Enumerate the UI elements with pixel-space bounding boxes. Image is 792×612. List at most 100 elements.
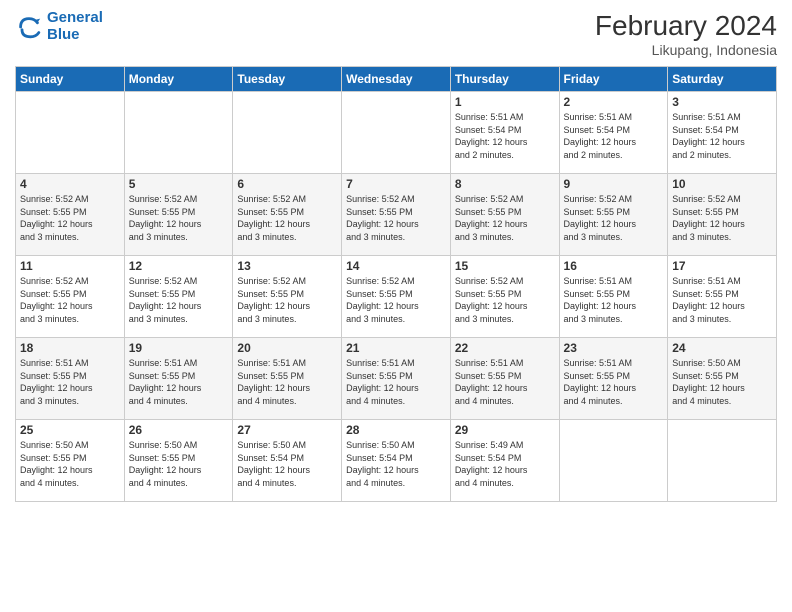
day-number: 17: [672, 259, 772, 273]
calendar-cell: [559, 420, 668, 502]
calendar-cell: 15 Sunrise: 5:52 AM Sunset: 5:55 PM Dayli…: [450, 256, 559, 338]
calendar-cell: 6 Sunrise: 5:52 AM Sunset: 5:55 PM Daylig…: [233, 174, 342, 256]
col-thursday: Thursday: [450, 67, 559, 92]
day-number: 26: [129, 423, 229, 437]
logo-icon: [15, 13, 43, 41]
calendar-cell: 19 Sunrise: 5:51 AM Sunset: 5:55 PM Dayli…: [124, 338, 233, 420]
calendar-cell: 18 Sunrise: 5:51 AM Sunset: 5:55 PM Dayli…: [16, 338, 125, 420]
day-number: 12: [129, 259, 229, 273]
calendar-cell: 29Sunrise: 5:49 AM Sunset: 5:54 PM Dayli…: [450, 420, 559, 502]
day-info: Sunrise: 5:52 AM Sunset: 5:55 PM Dayligh…: [346, 193, 446, 243]
day-info: Sunrise: 5:52 AM Sunset: 5:55 PM Dayligh…: [237, 193, 337, 243]
calendar-cell: 12 Sunrise: 5:52 AM Sunset: 5:55 PM Dayli…: [124, 256, 233, 338]
calendar-cell: 14 Sunrise: 5:52 AM Sunset: 5:55 PM Dayli…: [342, 256, 451, 338]
day-info: Sunrise: 5:51 AM Sunset: 5:55 PM Dayligh…: [455, 357, 555, 407]
day-number: 4: [20, 177, 120, 191]
day-info: Sunrise: 5:52 AM Sunset: 5:55 PM Dayligh…: [129, 193, 229, 243]
day-info: Sunrise: 5:52 AM Sunset: 5:55 PM Dayligh…: [20, 193, 120, 243]
calendar-cell: 27 Sunrise: 5:50 AM Sunset: 5:54 PM Dayli…: [233, 420, 342, 502]
calendar-cell: 26Sunrise: 5:50 AM Sunset: 5:55 PM Dayli…: [124, 420, 233, 502]
calendar-cell: 25Sunrise: 5:50 AM Sunset: 5:55 PM Dayli…: [16, 420, 125, 502]
day-info: Sunrise: 5:51 AM Sunset: 5:55 PM Dayligh…: [564, 357, 664, 407]
calendar-cell: 24Sunrise: 5:50 AM Sunset: 5:55 PM Dayli…: [668, 338, 777, 420]
day-number: 20: [237, 341, 337, 355]
calendar-cell: 20 Sunrise: 5:51 AM Sunset: 5:55 PM Dayli…: [233, 338, 342, 420]
day-number: 8: [455, 177, 555, 191]
day-number: 11: [20, 259, 120, 273]
day-number: 9: [564, 177, 664, 191]
logo: General Blue: [15, 10, 103, 43]
logo-line2: Blue: [47, 27, 103, 44]
calendar-cell: 3Sunrise: 5:51 AM Sunset: 5:54 PM Daylig…: [668, 92, 777, 174]
day-number: 7: [346, 177, 446, 191]
calendar-cell: 13 Sunrise: 5:52 AM Sunset: 5:55 PM Dayli…: [233, 256, 342, 338]
day-info: Sunrise: 5:51 AM Sunset: 5:55 PM Dayligh…: [20, 357, 120, 407]
day-info: Sunrise: 5:50 AM Sunset: 5:54 PM Dayligh…: [346, 439, 446, 489]
day-number: 16: [564, 259, 664, 273]
calendar-cell: 23 Sunrise: 5:51 AM Sunset: 5:55 PM Dayli…: [559, 338, 668, 420]
col-wednesday: Wednesday: [342, 67, 451, 92]
day-number: 28: [346, 423, 446, 437]
day-number: 3: [672, 95, 772, 109]
day-number: 25: [20, 423, 120, 437]
day-number: 2: [564, 95, 664, 109]
calendar-week-row: 25Sunrise: 5:50 AM Sunset: 5:55 PM Dayli…: [16, 420, 777, 502]
day-info: Sunrise: 5:51 AM Sunset: 5:55 PM Dayligh…: [346, 357, 446, 407]
calendar-cell: 2 Sunrise: 5:51 AM Sunset: 5:54 PM Daylig…: [559, 92, 668, 174]
header-area: General Blue February 2024 Likupang, Ind…: [15, 10, 777, 58]
location: Likupang, Indonesia: [595, 42, 777, 58]
day-number: 15: [455, 259, 555, 273]
day-info: Sunrise: 5:51 AM Sunset: 5:54 PM Dayligh…: [455, 111, 555, 161]
day-number: 18: [20, 341, 120, 355]
day-number: 14: [346, 259, 446, 273]
calendar-cell: 1Sunrise: 5:51 AM Sunset: 5:54 PM Daylig…: [450, 92, 559, 174]
calendar-cell: [668, 420, 777, 502]
calendar-header-row: Sunday Monday Tuesday Wednesday Thursday…: [16, 67, 777, 92]
calendar-week-row: 1Sunrise: 5:51 AM Sunset: 5:54 PM Daylig…: [16, 92, 777, 174]
day-number: 10: [672, 177, 772, 191]
col-tuesday: Tuesday: [233, 67, 342, 92]
day-number: 6: [237, 177, 337, 191]
title-area: February 2024 Likupang, Indonesia: [595, 10, 777, 58]
calendar-cell: [233, 92, 342, 174]
col-friday: Friday: [559, 67, 668, 92]
day-info: Sunrise: 5:52 AM Sunset: 5:55 PM Dayligh…: [346, 275, 446, 325]
day-number: 23: [564, 341, 664, 355]
calendar-cell: 7 Sunrise: 5:52 AM Sunset: 5:55 PM Daylig…: [342, 174, 451, 256]
day-number: 5: [129, 177, 229, 191]
day-info: Sunrise: 5:51 AM Sunset: 5:54 PM Dayligh…: [564, 111, 664, 161]
month-title: February 2024: [595, 10, 777, 42]
day-info: Sunrise: 5:52 AM Sunset: 5:55 PM Dayligh…: [20, 275, 120, 325]
day-number: 24: [672, 341, 772, 355]
day-info: Sunrise: 5:51 AM Sunset: 5:55 PM Dayligh…: [237, 357, 337, 407]
day-number: 27: [237, 423, 337, 437]
day-info: Sunrise: 5:52 AM Sunset: 5:55 PM Dayligh…: [237, 275, 337, 325]
logo-line1: General: [47, 10, 103, 27]
col-monday: Monday: [124, 67, 233, 92]
day-number: 19: [129, 341, 229, 355]
calendar-week-row: 4 Sunrise: 5:52 AM Sunset: 5:55 PM Daylig…: [16, 174, 777, 256]
day-info: Sunrise: 5:50 AM Sunset: 5:54 PM Dayligh…: [237, 439, 337, 489]
calendar-cell: 10Sunrise: 5:52 AM Sunset: 5:55 PM Dayli…: [668, 174, 777, 256]
col-sunday: Sunday: [16, 67, 125, 92]
calendar-cell: 4 Sunrise: 5:52 AM Sunset: 5:55 PM Daylig…: [16, 174, 125, 256]
day-number: 13: [237, 259, 337, 273]
calendar-cell: 28 Sunrise: 5:50 AM Sunset: 5:54 PM Dayli…: [342, 420, 451, 502]
calendar-cell: [124, 92, 233, 174]
day-info: Sunrise: 5:52 AM Sunset: 5:55 PM Dayligh…: [455, 275, 555, 325]
calendar-week-row: 18 Sunrise: 5:51 AM Sunset: 5:55 PM Dayli…: [16, 338, 777, 420]
calendar-cell: 8Sunrise: 5:52 AM Sunset: 5:55 PM Daylig…: [450, 174, 559, 256]
calendar-cell: [342, 92, 451, 174]
calendar-cell: 5 Sunrise: 5:52 AM Sunset: 5:55 PM Daylig…: [124, 174, 233, 256]
day-number: 22: [455, 341, 555, 355]
day-info: Sunrise: 5:49 AM Sunset: 5:54 PM Dayligh…: [455, 439, 555, 489]
day-info: Sunrise: 5:51 AM Sunset: 5:55 PM Dayligh…: [129, 357, 229, 407]
day-info: Sunrise: 5:51 AM Sunset: 5:55 PM Dayligh…: [564, 275, 664, 325]
day-number: 21: [346, 341, 446, 355]
calendar-cell: 11 Sunrise: 5:52 AM Sunset: 5:55 PM Dayli…: [16, 256, 125, 338]
calendar-cell: 16 Sunrise: 5:51 AM Sunset: 5:55 PM Dayli…: [559, 256, 668, 338]
calendar-cell: 21 Sunrise: 5:51 AM Sunset: 5:55 PM Dayli…: [342, 338, 451, 420]
day-info: Sunrise: 5:52 AM Sunset: 5:55 PM Dayligh…: [129, 275, 229, 325]
page-container: General Blue February 2024 Likupang, Ind…: [0, 0, 792, 512]
logo-text-block: General Blue: [47, 10, 103, 43]
